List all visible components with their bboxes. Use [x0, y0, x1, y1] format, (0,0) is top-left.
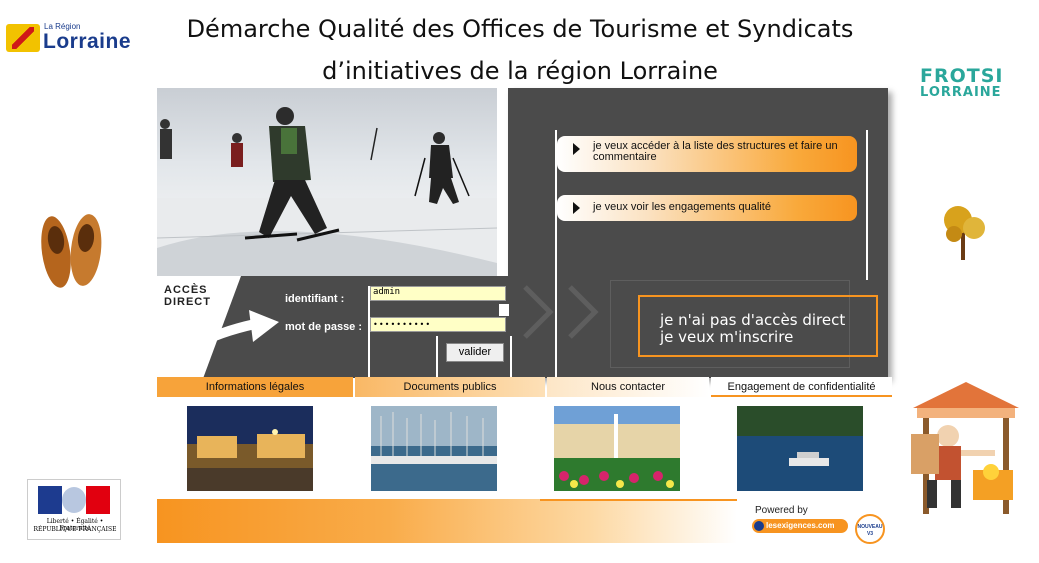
- nouveau-badge-line1: NOUVEAU: [857, 524, 883, 530]
- nav-nous-contacter[interactable]: Nous contacter: [547, 377, 709, 397]
- republique-francaise-logo: Liberté • Égalité • Fraternité RÉPUBLIQU…: [27, 479, 121, 540]
- skiers-photo: [157, 88, 497, 276]
- nav-informations-legales[interactable]: Informations légales: [157, 377, 353, 397]
- page-title-line1: Démarche Qualité des Offices de Tourisme…: [186, 15, 854, 43]
- password-label: mot de passe :: [285, 321, 363, 333]
- valider-button[interactable]: valider: [446, 343, 504, 362]
- frotsi-logo: FROTSI LORRAINE: [920, 65, 1004, 115]
- signup-line2: je veux m'inscrire: [660, 328, 794, 346]
- signup-button[interactable]: je n'ai pas d'accès direct je veux m'ins…: [638, 295, 878, 357]
- harbor-photo: [371, 406, 497, 491]
- play-arrow-icon: [573, 202, 580, 214]
- signup-line1: je n'ai pas d'accès direct: [660, 311, 846, 329]
- frotsi-logo-subtext: LORRAINE: [920, 85, 1002, 100]
- nouveau-badge-line2: V3: [866, 531, 874, 537]
- nouveau-badge: NOUVEAU V3: [855, 514, 885, 544]
- footer-bar: [157, 499, 737, 543]
- region-logo-text: Lorraine: [43, 30, 132, 53]
- footer-divider: [540, 499, 737, 501]
- structures-list-label: je veux accéder à la liste des structure…: [593, 140, 838, 163]
- identifiant-label: identifiant :: [285, 293, 345, 305]
- structures-list-button[interactable]: je veux accéder à la liste des structure…: [557, 136, 857, 172]
- identifiant-input[interactable]: admin: [370, 286, 506, 301]
- vendor-illustration: [903, 380, 1029, 518]
- play-arrow-icon: [573, 143, 580, 155]
- password-input[interactable]: ••••••••••: [370, 317, 506, 332]
- lake-boat-photo: [737, 406, 863, 491]
- engagements-button[interactable]: je veux voir les engagements qualité: [557, 195, 857, 221]
- rf-name: RÉPUBLIQUE FRANÇAISE: [33, 526, 117, 533]
- page-title-line2: d’initiatives de la région Lorraine: [322, 57, 718, 85]
- tree-illustration: [940, 200, 990, 262]
- region-lorraine-logo: La Région Lorraine: [6, 18, 151, 58]
- curved-arrow-icon: [162, 310, 279, 377]
- clogs-illustration: [34, 210, 112, 290]
- frotsi-logo-text: FROTSI: [920, 65, 1004, 87]
- engagements-label: je veux voir les engagements qualité: [593, 201, 771, 213]
- login-divider-notch: [499, 304, 509, 316]
- nav-documents-publics[interactable]: Documents publics: [355, 377, 545, 397]
- panel-divider-right: [866, 130, 868, 280]
- powered-by-label: Powered by: [755, 505, 808, 516]
- nancy-night-photo: [187, 406, 313, 491]
- footer-nav: Informations légales Documents publics N…: [157, 377, 892, 397]
- page-title: Démarche Qualité des Offices de Tourisme…: [150, 8, 890, 92]
- fountain-garden-photo: [554, 406, 680, 491]
- nav-engagement-confidentialite[interactable]: Engagement de confidentialité: [711, 377, 892, 397]
- lesexigences-logo[interactable]: lesexigences.com: [752, 519, 848, 533]
- region-flag-icon: [6, 24, 40, 52]
